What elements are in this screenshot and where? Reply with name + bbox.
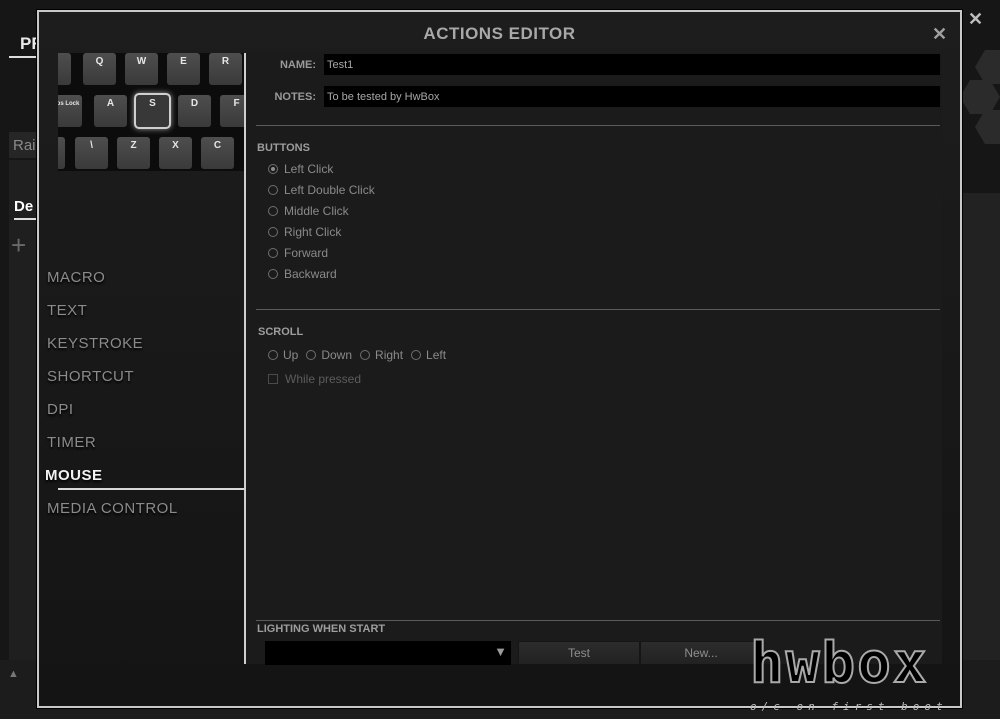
hexagon-decoration	[975, 50, 1000, 84]
sidebar-item-media-control[interactable]: MEDIA CONTROL	[47, 500, 178, 517]
buttons-section-title: BUTTONS	[257, 142, 310, 154]
radio-label: Right	[375, 348, 404, 362]
radio-middle-click[interactable]: Middle Click	[268, 204, 349, 218]
key-q[interactable]: Q	[83, 53, 116, 85]
plus-icon[interactable]: +	[11, 232, 26, 258]
radio-label: Backward	[284, 267, 337, 281]
divider	[256, 309, 940, 310]
triangle-down-icon[interactable]: ▼	[494, 644, 507, 659]
divider	[256, 620, 940, 621]
name-input[interactable]	[324, 54, 940, 75]
key-shift[interactable]	[58, 137, 65, 169]
mouse-action-panel: NAME: NOTES: BUTTONS Left Click Left Dou…	[246, 53, 942, 665]
name-label: NAME:	[279, 59, 316, 71]
background-device-label[interactable]: Rai	[9, 132, 39, 158]
radio-scroll-left[interactable]: Left	[411, 348, 446, 362]
radio-label: Right Click	[284, 225, 342, 239]
radio-label: Up	[283, 348, 299, 362]
key-backslash[interactable]: \	[75, 137, 108, 169]
close-icon[interactable]: ✕	[968, 9, 983, 30]
radio-backward[interactable]: Backward	[268, 267, 337, 281]
radio-left-double-click[interactable]: Left Double Click	[268, 183, 375, 197]
hexagon-decoration	[960, 80, 1000, 114]
sidebar-item-dpi[interactable]: DPI	[47, 401, 74, 418]
keyboard-preview: Q W E R Caps Lock A S D F \ Z X C	[58, 53, 244, 171]
divider	[256, 125, 940, 126]
background-tab-underline	[9, 56, 39, 58]
key-w[interactable]: W	[125, 53, 158, 85]
triangle-up-icon[interactable]: ▲	[8, 668, 19, 680]
radio-icon[interactable]	[306, 350, 317, 360]
key-a[interactable]: A	[94, 95, 127, 127]
radio-left-click[interactable]: Left Click	[268, 162, 333, 176]
background-section-underline	[14, 218, 36, 220]
new-button[interactable]: New...	[640, 641, 762, 665]
sidebar-item-macro[interactable]: MACRO	[47, 269, 105, 286]
while-pressed-checkbox[interactable]: While pressed	[268, 372, 361, 386]
radio-icon[interactable]	[268, 248, 278, 258]
radio-label: Down	[321, 348, 353, 362]
watermark-tagline: o/c on first boot	[750, 700, 948, 713]
sidebar-item-shortcut[interactable]: SHORTCUT	[47, 368, 134, 385]
key-f[interactable]: F	[220, 95, 244, 127]
sidebar-active-indicator	[58, 488, 244, 490]
key-r[interactable]: R	[209, 53, 242, 85]
radio-label: Left	[426, 348, 447, 362]
radio-icon[interactable]	[268, 206, 278, 216]
radio-icon[interactable]	[268, 350, 278, 360]
actions-editor-dialog: ACTIONS EDITOR ✕ Q W E R Caps Lock A S D…	[37, 10, 962, 708]
radio-scroll-up[interactable]: Up	[268, 348, 298, 362]
radio-icon[interactable]	[268, 269, 278, 279]
key-e[interactable]: E	[167, 53, 200, 85]
sidebar-item-keystroke[interactable]: KEYSTROKE	[47, 335, 143, 352]
radio-scroll-down[interactable]: Down	[306, 348, 352, 362]
app-window: PR Rai De + ✕ ▲ ACTIONS EDITOR ✕ Q W E R…	[0, 0, 1000, 719]
checkbox-icon[interactable]	[268, 374, 278, 384]
checkbox-label: While pressed	[285, 372, 362, 386]
radio-label: Left Double Click	[284, 183, 375, 197]
scroll-section-title: SCROLL	[258, 326, 304, 338]
dialog-title: ACTIONS EDITOR	[423, 24, 576, 43]
background-section-label[interactable]: De	[14, 198, 33, 215]
key-caps-lock[interactable]: Caps Lock	[58, 95, 82, 127]
background-right-panel	[962, 193, 1000, 663]
radio-icon-checked[interactable]	[268, 164, 278, 174]
radio-icon[interactable]	[411, 350, 422, 360]
radio-icon[interactable]	[360, 350, 371, 360]
key-c[interactable]: C	[201, 137, 234, 169]
key-d[interactable]: D	[178, 95, 211, 127]
sidebar-item-text[interactable]: TEXT	[47, 302, 87, 319]
lighting-section-title: LIGHTING WHEN START	[257, 623, 386, 635]
radio-right-click[interactable]: Right Click	[268, 225, 341, 239]
radio-forward[interactable]: Forward	[268, 246, 328, 260]
radio-label: Left Click	[284, 162, 334, 176]
key[interactable]	[58, 53, 71, 85]
lighting-dropdown[interactable]: ▼	[265, 641, 511, 665]
key-s-selected[interactable]: S	[136, 95, 169, 127]
sidebar-item-mouse[interactable]: MOUSE	[45, 467, 103, 484]
hexagon-decoration	[975, 110, 1000, 144]
test-button[interactable]: Test	[518, 641, 640, 665]
radio-scroll-right[interactable]: Right	[360, 348, 403, 362]
notes-input[interactable]	[324, 86, 940, 107]
key-x[interactable]: X	[159, 137, 192, 169]
radio-icon[interactable]	[268, 227, 278, 237]
radio-icon[interactable]	[268, 185, 278, 195]
notes-label: NOTES:	[274, 91, 316, 103]
key-z[interactable]: Z	[117, 137, 150, 169]
sidebar-item-timer[interactable]: TIMER	[47, 434, 96, 451]
radio-label: Middle Click	[284, 204, 349, 218]
close-icon[interactable]: ✕	[932, 24, 947, 45]
watermark-brand: hwbox	[749, 631, 929, 696]
hwbox-watermark: hwbox o/c on first boot	[748, 631, 1000, 719]
radio-label: Forward	[284, 246, 329, 260]
scroll-options: Up Down Right Left	[268, 348, 454, 362]
